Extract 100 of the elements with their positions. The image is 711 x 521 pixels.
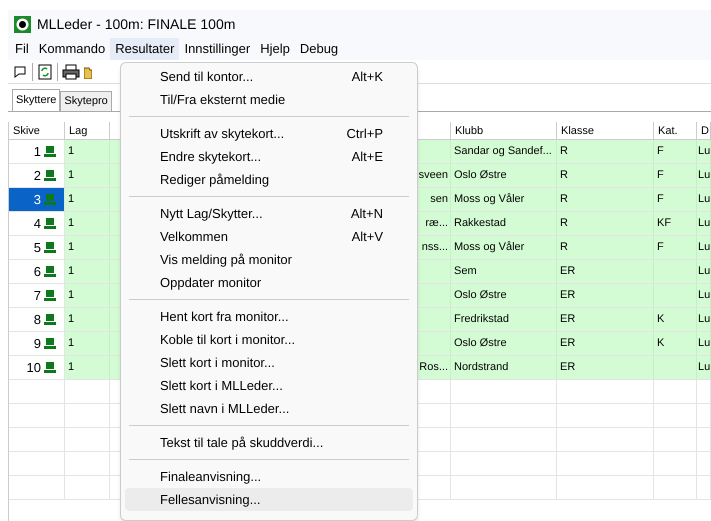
- computer-icon: [44, 290, 56, 301]
- column-header[interactable]: D: [697, 122, 711, 139]
- table-cell: Lu: [697, 356, 711, 379]
- table-cell-text: 7: [34, 286, 41, 305]
- menu-item-label: Velkommen: [160, 228, 228, 246]
- table-cell: 1: [65, 212, 110, 235]
- table-cell: K: [654, 332, 697, 355]
- table-cell: ER: [557, 260, 654, 283]
- table-cell: 1: [65, 356, 110, 379]
- table-cell: Fredrikstad: [451, 308, 557, 331]
- table-cell-text: 1: [34, 142, 41, 161]
- computer-icon: [44, 146, 56, 157]
- table-cell: Oslo Østre: [451, 164, 557, 187]
- table-cell: ER: [557, 332, 654, 355]
- table-cell: F: [654, 236, 697, 259]
- table-cell: 1: [65, 284, 110, 307]
- shortcut-label: Alt+E: [352, 148, 383, 166]
- app-logo-icon: [14, 16, 31, 32]
- menu-item-label: Utskrift av skytekort...: [160, 124, 284, 143]
- column-header[interactable]: Klasse: [557, 122, 654, 139]
- menu-item[interactable]: Send til kontor... Alt+K: [125, 65, 413, 88]
- menu-item-label: Send til kontor...: [160, 68, 254, 86]
- menu-item[interactable]: Fellesanvisning...: [125, 488, 413, 511]
- table-cell: F: [654, 140, 697, 163]
- table-cell: K: [654, 308, 697, 331]
- table-cell: R: [557, 236, 654, 259]
- menu-bar-item[interactable]: Debug: [294, 38, 344, 60]
- menu-item[interactable]: Tekst til tale på skuddverdi...: [125, 431, 413, 454]
- menu-bar-item[interactable]: Innstillinger: [179, 38, 256, 60]
- table-cell: R: [557, 188, 654, 211]
- table-cell: Rakkestad: [451, 212, 557, 235]
- table-cell-text: 4: [34, 214, 41, 233]
- menu-item-label: Oppdater monitor: [160, 274, 262, 292]
- column-header[interactable]: Lag: [65, 122, 110, 139]
- tab[interactable]: Skytepro: [60, 91, 112, 111]
- table-cell-text: 5: [34, 238, 41, 257]
- table-cell-text: 3: [34, 190, 41, 209]
- table-cell: 1: [65, 260, 110, 283]
- table-cell: Nordstrand: [451, 356, 557, 379]
- table-cell-text: 9: [34, 334, 41, 353]
- table-cell: Lu: [697, 332, 711, 355]
- table-cell: 1: [65, 236, 110, 259]
- table-cell: Sem: [451, 260, 557, 283]
- computer-icon: [44, 218, 56, 229]
- column-header[interactable]: Skive: [9, 122, 65, 139]
- table-cell: Moss og Våler: [451, 236, 557, 259]
- menu-item-label: Endre skytekort...: [160, 148, 262, 166]
- menu-item[interactable]: Slett navn i MLLeder...: [125, 397, 413, 420]
- menu-bar-item[interactable]: Hjelp: [255, 38, 295, 60]
- table-cell-text: 8: [34, 310, 41, 329]
- menu-item-label: Fellesanvisning...: [160, 490, 260, 509]
- table-cell: R: [557, 140, 654, 163]
- menu-item[interactable]: Hent kort fra monitor...: [125, 305, 413, 328]
- table-cell: ER: [557, 308, 654, 331]
- menu-item[interactable]: Koble til kort i monitor...: [125, 328, 413, 351]
- table-cell-text: 10: [26, 358, 41, 377]
- menu-item[interactable]: Finaleanvisning...: [125, 465, 413, 488]
- table-cell: 1: [65, 164, 110, 187]
- table-cell: Lu: [697, 308, 711, 331]
- speech-bubble-icon[interactable]: [12, 64, 28, 80]
- table-cell-text: 2: [34, 166, 41, 185]
- table-cell: Lu: [697, 212, 711, 235]
- table-cell: 1: [65, 140, 110, 163]
- menu-item[interactable]: Til/Fra eksternt medie: [125, 88, 413, 111]
- menu-item[interactable]: Oppdater monitor: [125, 271, 413, 294]
- menu-item-label: Til/Fra eksternt medie: [160, 90, 286, 109]
- window-title: MLLeder - 100m: FINALE 100m: [37, 14, 236, 34]
- menu-item-label: Hent kort fra monitor...: [160, 308, 289, 326]
- table-cell: Oslo Østre: [451, 284, 557, 307]
- table-cell: ER: [557, 284, 654, 307]
- table-cell[interactable]: 3: [9, 188, 65, 211]
- tab[interactable]: Skyttere: [12, 89, 60, 111]
- computer-icon: [44, 338, 56, 349]
- column-header[interactable]: Klubb: [451, 122, 557, 139]
- table-cell: KF: [654, 212, 697, 235]
- shortcut-label: Alt+K: [352, 68, 383, 86]
- table-cell: Moss og Våler: [451, 188, 557, 211]
- menu-bar-item[interactable]: Resultater: [110, 38, 180, 60]
- menu-item[interactable]: Utskrift av skytekort... Ctrl+P: [125, 122, 413, 145]
- table-cell: Lu: [697, 284, 711, 307]
- table-cell: ER: [557, 356, 654, 379]
- table-cell: Lu: [697, 164, 711, 187]
- printer-icon[interactable]: [62, 64, 80, 80]
- menu-item-label: Tekst til tale på skuddverdi...: [160, 434, 324, 452]
- menu-bar-item[interactable]: Kommando: [34, 38, 110, 60]
- menu-item-label: Slett navn i MLLeder...: [160, 400, 290, 418]
- folder-icon[interactable]: [84, 64, 92, 78]
- computer-icon: [44, 242, 56, 253]
- shortcut-label: Ctrl+P: [346, 124, 383, 143]
- table-cell: Lu: [697, 260, 711, 283]
- refresh-document-icon[interactable]: [37, 64, 53, 80]
- table-cell: F: [654, 164, 697, 187]
- menu-bar-item[interactable]: Fil: [10, 38, 34, 60]
- column-header[interactable]: Kat.: [654, 122, 697, 139]
- table-cell: Oslo Østre: [451, 332, 557, 355]
- menu-item-label: Koble til kort i monitor...: [160, 330, 296, 349]
- table-cell: 1: [65, 308, 110, 331]
- table-cell: Lu: [697, 140, 711, 163]
- table-cell: R: [557, 164, 654, 187]
- table-cell: F: [654, 188, 697, 211]
